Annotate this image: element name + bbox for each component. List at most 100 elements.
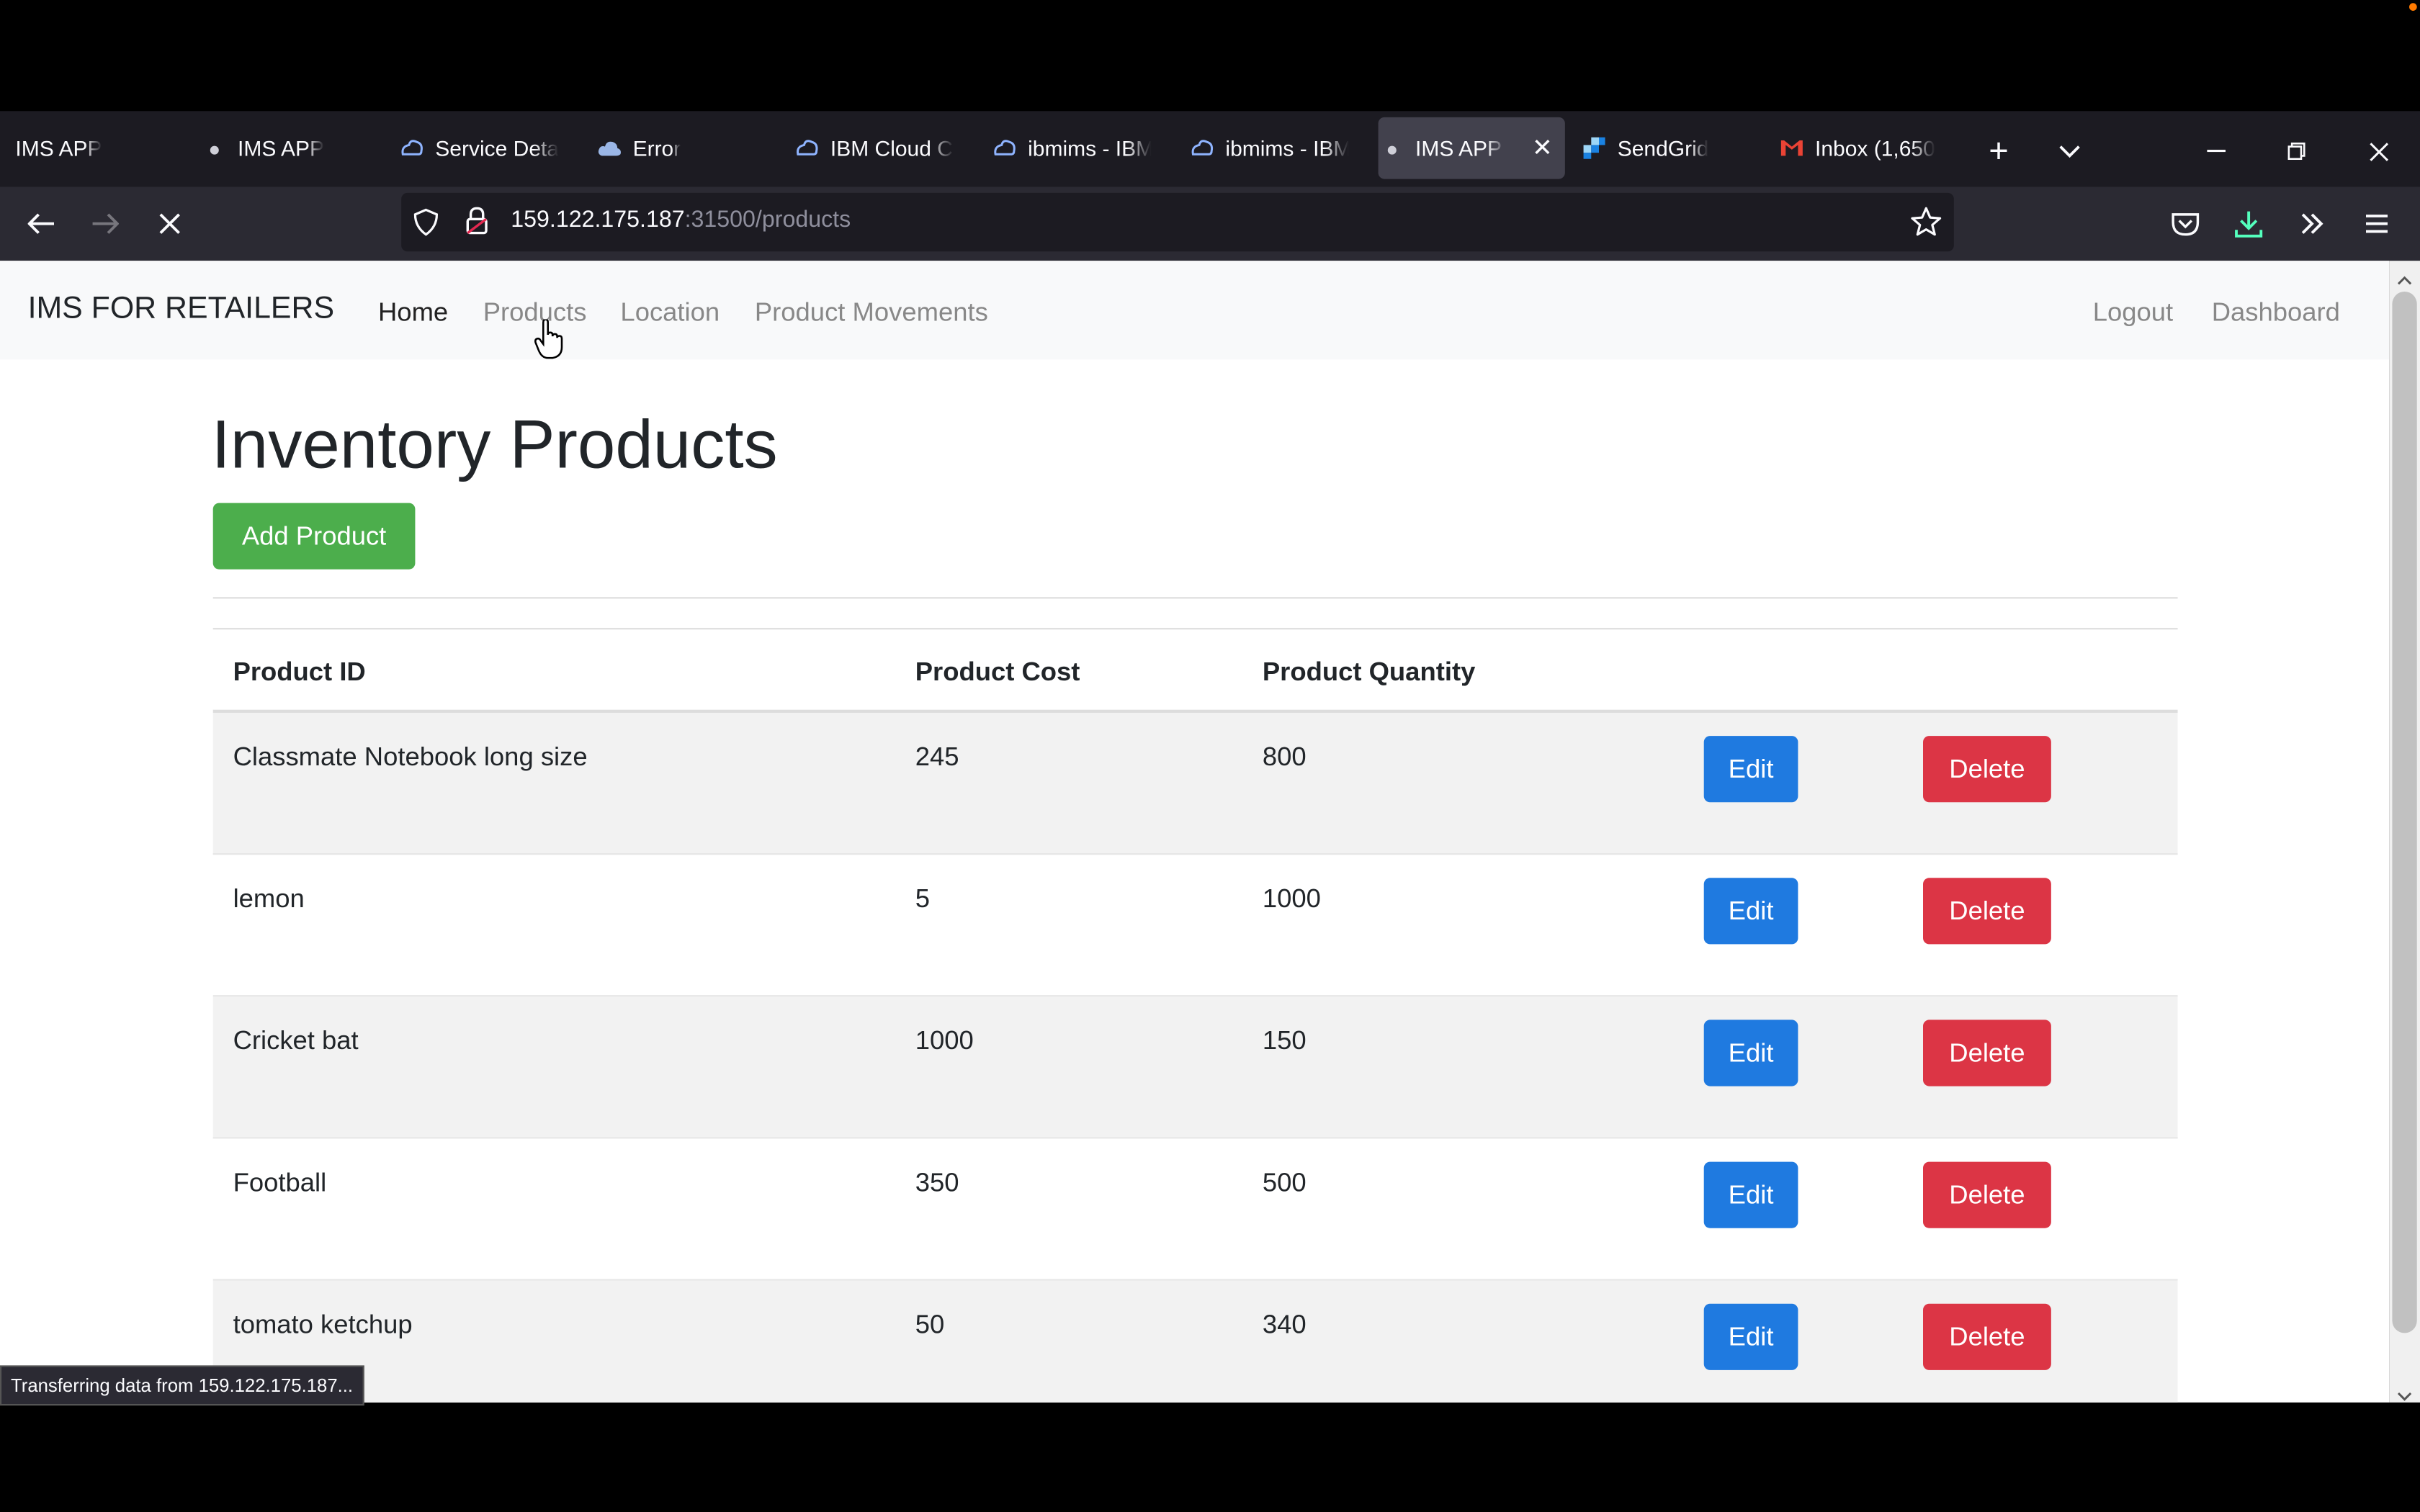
tab-title: SendGrid (1617, 135, 1709, 161)
tab-8[interactable]: SendGrid (1580, 117, 1772, 179)
address-bar[interactable]: 159.122.175.187:31500/products (401, 192, 1954, 252)
tab-title: Inbox (1,650) (1815, 135, 1936, 161)
tab-9[interactable]: Inbox (1,650) (1778, 117, 1970, 179)
ibm-cloud-icon (793, 138, 821, 159)
product-cost-cell: 245 (915, 742, 959, 772)
screen: IMS APP ● IMS APP Service Detai Error IB… (0, 0, 2420, 1512)
ibm-cloud-icon (1188, 138, 1216, 159)
product-id-cell: lemon (233, 883, 305, 914)
tab-5[interactable]: ibmims - IBM (991, 117, 1183, 179)
restore-window-icon[interactable] (2275, 130, 2318, 173)
tab-title: IMS APP (15, 135, 102, 161)
url-text[interactable]: 159.122.175.187:31500/products (511, 207, 851, 233)
tab-title: ibmims - IBM (1225, 135, 1349, 161)
tab-2[interactable]: Service Detai (398, 117, 590, 179)
minimize-window-icon[interactable] (2195, 130, 2238, 173)
lock-icon[interactable] (466, 207, 488, 242)
bookmark-star-icon[interactable] (1911, 207, 1942, 243)
nav-logout[interactable]: Logout (2093, 298, 2173, 329)
tab-title: Error (632, 135, 681, 161)
product-quantity-cell: 1000 (1262, 883, 1321, 914)
sendgrid-icon (1580, 136, 1608, 161)
product-cost-cell: 5 (915, 883, 931, 914)
product-quantity-cell: 800 (1262, 742, 1307, 772)
close-window-icon[interactable] (2357, 130, 2400, 173)
shield-icon[interactable] (413, 208, 439, 243)
scroll-up-arrow-icon[interactable] (2397, 266, 2412, 294)
table-row: Football 350 500 Edit Delete (212, 1138, 2178, 1281)
forward-arrow-icon[interactable] (84, 202, 127, 246)
tab-1[interactable]: ● IMS APP (201, 117, 393, 179)
ibm-cloud-icon (991, 138, 1019, 159)
product-cost-cell: 350 (915, 1168, 959, 1197)
product-id-cell: tomato ketchup (233, 1310, 413, 1339)
new-tab-button[interactable]: + (1977, 130, 2020, 173)
product-quantity-cell: 150 (1262, 1026, 1307, 1056)
edit-button[interactable]: Edit (1703, 1303, 1798, 1370)
scroll-down-arrow-icon[interactable] (2397, 1382, 2412, 1410)
edit-button[interactable]: Edit (1703, 1161, 1798, 1228)
table-row: Cricket bat 1000 150 Edit Delete (212, 996, 2178, 1139)
indicator-dot (2409, 3, 2417, 11)
page-scrollbar[interactable] (2389, 261, 2420, 1403)
page-title: Inventory Products (211, 407, 778, 483)
edit-button[interactable]: Edit (1703, 878, 1798, 945)
tab-3[interactable]: Error (596, 117, 787, 179)
hamburger-menu-icon[interactable] (2355, 202, 2398, 246)
nav-product-movements[interactable]: Product Movements (755, 298, 988, 329)
column-header-product-quantity: Product Quantity (1262, 657, 1476, 687)
delete-button[interactable]: Delete (1923, 736, 2051, 803)
tab-0[interactable]: IMS APP (6, 117, 198, 179)
nav-home[interactable]: Home (378, 298, 448, 329)
tab-title: IBM Cloud C (830, 135, 953, 161)
tab-title: IMS APP (1415, 135, 1502, 161)
product-cost-cell: 1000 (915, 1026, 974, 1056)
delete-button[interactable]: Delete (1923, 1303, 2051, 1370)
downloads-icon[interactable] (2227, 202, 2270, 246)
product-id-cell: Cricket bat (233, 1026, 359, 1056)
product-quantity-cell: 340 (1262, 1310, 1307, 1339)
site-brand[interactable]: IMS FOR RETAILERS (28, 292, 334, 327)
product-id-cell: Football (233, 1168, 327, 1197)
tab-7-active[interactable]: ● IMS APP ✕ (1378, 117, 1565, 179)
tab-4[interactable]: IBM Cloud C (793, 117, 985, 179)
status-bar: Transferring data from 159.122.175.187..… (0, 1365, 364, 1406)
nav-location[interactable]: Location (620, 298, 720, 329)
tab-title: ibmims - IBM (1028, 135, 1152, 161)
site-navbar: IMS FOR RETAILERS Home Products Location… (0, 261, 2390, 360)
column-header-product-cost: Product Cost (915, 657, 1080, 687)
tab-title: Service Detai (435, 135, 559, 161)
loading-dot-icon: ● (208, 136, 221, 160)
cloud-icon (596, 139, 624, 158)
delete-button[interactable]: Delete (1923, 878, 2051, 945)
divider (212, 597, 2178, 599)
add-product-button[interactable]: Add Product (212, 503, 416, 570)
table-row: Classmate Notebook long size 245 800 Edi… (212, 712, 2178, 855)
delete-button[interactable]: Delete (1923, 1020, 2051, 1086)
navigation-toolbar: 159.122.175.187:31500/products (0, 186, 2420, 261)
more-tools-chevrons-icon[interactable] (2290, 202, 2334, 246)
url-path: :31500/products (684, 207, 851, 233)
table-row: tomato ketchup 50 340 Edit Delete (212, 1280, 2178, 1403)
table-row: lemon 5 1000 Edit Delete (212, 855, 2178, 997)
table-header: Product ID Product Cost Product Quantity (212, 629, 2178, 713)
product-cost-cell: 50 (915, 1310, 945, 1339)
close-tab-icon[interactable]: ✕ (1532, 132, 1553, 163)
web-page: IMS FOR RETAILERS Home Products Location… (0, 261, 2390, 1403)
stop-loading-icon[interactable] (148, 202, 192, 246)
product-id-cell: Classmate Notebook long size (233, 742, 588, 772)
delete-button[interactable]: Delete (1923, 1161, 2051, 1228)
back-arrow-icon[interactable] (20, 202, 63, 246)
list-all-tabs-chevron-icon[interactable] (2048, 130, 2092, 173)
ibm-cloud-icon (398, 138, 426, 159)
loading-dot-icon: ● (1386, 136, 1399, 160)
pocket-icon[interactable] (2164, 202, 2207, 246)
edit-button[interactable]: Edit (1703, 1020, 1798, 1086)
nav-dashboard[interactable]: Dashboard (2212, 298, 2340, 329)
column-header-product-id: Product ID (233, 657, 366, 687)
products-table: Product ID Product Cost Product Quantity… (212, 628, 2178, 1403)
tab-6[interactable]: ibmims - IBM (1188, 117, 1373, 179)
scrollbar-thumb[interactable] (2392, 292, 2417, 1333)
edit-button[interactable]: Edit (1703, 736, 1798, 803)
url-host: 159.122.175.187 (511, 207, 685, 233)
